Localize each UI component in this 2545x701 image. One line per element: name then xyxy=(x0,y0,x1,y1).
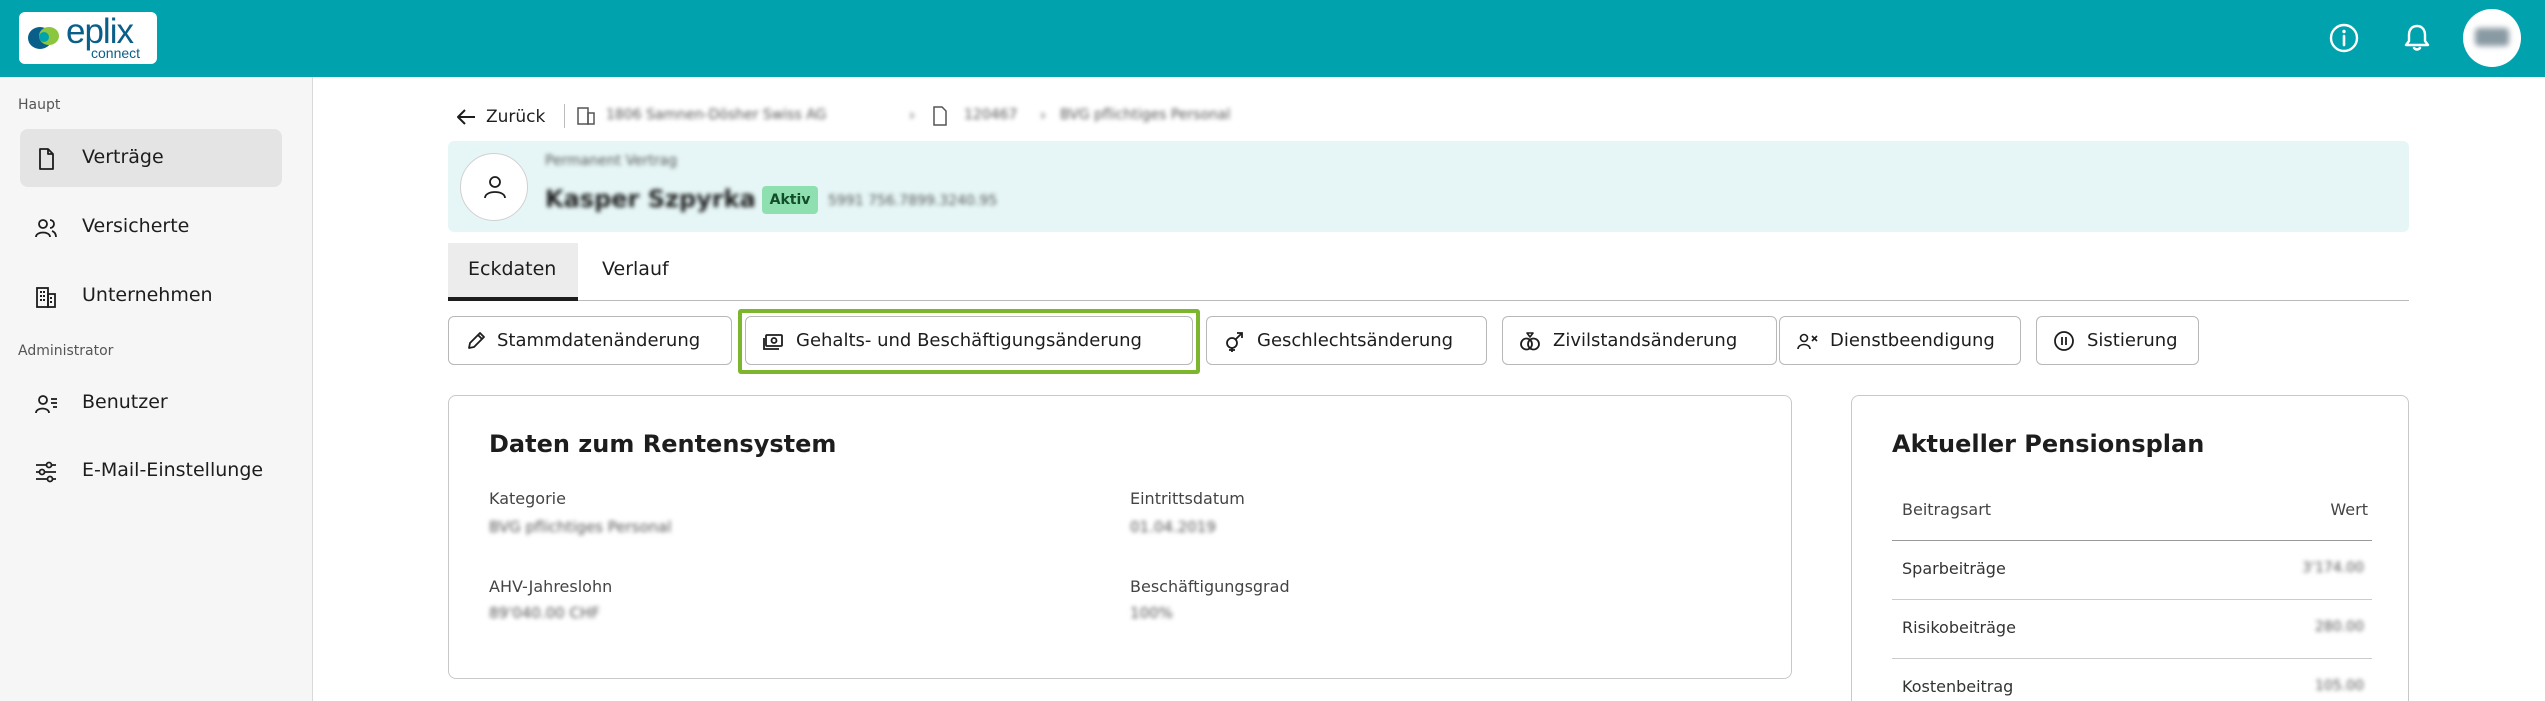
button-label: Dienstbeendigung xyxy=(1830,330,1995,351)
eplix-logo[interactable]: eplix connect xyxy=(19,12,157,64)
row-value-kostenbeitrag: 105.00 xyxy=(2315,678,2364,694)
field-value-beschaeftigungsgrad: 100% xyxy=(1130,604,1173,622)
termination-button[interactable]: Dienstbeendigung xyxy=(1779,316,2021,365)
building-icon xyxy=(36,287,56,308)
row-label-sparbeitraege: Sparbeiträge xyxy=(1902,559,2006,578)
arrow-left-icon xyxy=(457,109,475,125)
logo-mark-icon xyxy=(28,27,59,49)
field-value-ahv-jahreslohn: 89'040.00 CHF xyxy=(489,604,600,622)
breadcrumb-divider xyxy=(564,104,565,128)
breadcrumb-category: BVG pflichtiges Personal xyxy=(1060,107,1231,123)
sidebar-item-unternehmen[interactable]: Unternehmen xyxy=(20,267,282,325)
contract-label: Permanent Vertrag xyxy=(545,153,678,169)
person-name: Kasper Szpyrka xyxy=(545,185,756,213)
field-label-eintrittsdatum: Eintrittsdatum xyxy=(1130,489,1245,508)
gender-icon xyxy=(1226,332,1243,352)
sidebar-item-label: Unternehmen xyxy=(82,284,213,306)
sidebar-section-main: Haupt xyxy=(18,97,61,113)
card-title: Daten zum Rentensystem xyxy=(489,430,837,458)
tab-eckdaten[interactable]: Eckdaten xyxy=(448,243,578,301)
document-icon xyxy=(933,106,947,126)
user-remove-icon xyxy=(1797,333,1818,350)
rings-icon xyxy=(1520,332,1540,351)
tab-bar: Eckdaten Verlauf xyxy=(448,243,2409,301)
user-initials: HI xyxy=(2475,28,2509,46)
stammdaten-button[interactable]: Stammdatenänderung xyxy=(448,316,732,365)
user-avatar[interactable]: HI xyxy=(2463,9,2521,67)
sidebar-item-benutzer[interactable]: Benutzer xyxy=(20,374,282,432)
card-title: Aktueller Pensionsplan xyxy=(1892,430,2205,458)
civil-status-change-button[interactable]: Zivilstandsänderung xyxy=(1502,316,1777,365)
sidebar-item-email-settings[interactable]: E-Mail-Einstellunge xyxy=(20,442,282,500)
pause-icon xyxy=(2054,331,2074,351)
row-divider xyxy=(1892,599,2372,600)
status-badge: Aktiv xyxy=(762,186,818,214)
highlight-box xyxy=(738,309,1200,374)
field-label-kategorie: Kategorie xyxy=(489,489,566,508)
row-divider xyxy=(1892,658,2372,659)
breadcrumb-contract-id[interactable]: 120467 xyxy=(964,107,1017,123)
gender-change-button[interactable]: Geschlechtsänderung xyxy=(1206,316,1487,365)
sidebar-item-versicherte[interactable]: Versicherte xyxy=(20,198,282,256)
ahv-number: 5991 756.7899.3240.95 xyxy=(828,193,998,209)
sidebar-item-label: Versicherte xyxy=(82,215,190,237)
info-icon[interactable] xyxy=(2326,20,2362,56)
sidebar-item-label: Verträge xyxy=(82,146,164,168)
header-divider xyxy=(1892,540,2372,541)
row-label-kostenbeitrag: Kostenbeitrag xyxy=(1902,677,2014,696)
column-header-type: Beitragsart xyxy=(1902,500,1992,519)
breadcrumb-separator: › xyxy=(909,106,915,124)
sidebar-section-admin: Administrator xyxy=(18,343,114,359)
breadcrumb-company[interactable]: 1806 Samnen-Dösher Swiss AG xyxy=(606,107,826,123)
user-icon xyxy=(484,176,506,199)
suspension-button[interactable]: Sistierung xyxy=(2036,316,2199,365)
logo-word: eplix xyxy=(66,12,134,51)
sliders-icon xyxy=(36,461,56,483)
people-icon xyxy=(35,219,57,238)
logo-sub: connect xyxy=(91,45,141,61)
bell-icon[interactable] xyxy=(2399,20,2435,56)
row-value-risikobeitraege: 280.00 xyxy=(2315,619,2364,635)
field-label-beschaeftigungsgrad: Beschäftigungsgrad xyxy=(1130,577,1290,596)
button-label: Sistierung xyxy=(2087,330,2178,351)
button-label: Stammdatenänderung xyxy=(497,330,701,351)
sidebar-item-label: E-Mail-Einstellunge xyxy=(82,459,264,481)
row-label-risikobeitraege: Risikobeiträge xyxy=(1902,618,2016,637)
building-icon xyxy=(577,107,595,125)
button-label: Geschlechtsänderung xyxy=(1257,330,1454,351)
sidebar-item-label: Benutzer xyxy=(82,391,168,413)
document-icon xyxy=(39,148,54,170)
field-label-ahv-jahreslohn: AHV-Jahreslohn xyxy=(489,577,613,596)
person-avatar xyxy=(460,153,528,221)
row-value-sparbeitraege: 3'174.00 xyxy=(2302,560,2364,576)
contract-header: Permanent Vertrag Kasper Szpyrka Aktiv 5… xyxy=(448,141,2409,232)
user-list-icon xyxy=(35,395,57,414)
tab-verlauf[interactable]: Verlauf xyxy=(602,243,702,301)
sidebar: Haupt Verträge Versicherte Unternehmen A… xyxy=(0,77,313,701)
column-header-value: Wert xyxy=(2330,500,2368,519)
button-label: Zivilstandsänderung xyxy=(1553,330,1738,351)
pension-system-card: Daten zum Rentensystem Kategorie BVG pfl… xyxy=(448,395,1792,679)
pencil-icon xyxy=(468,332,485,349)
pension-plan-card: Aktueller Pensionsplan Beitragsart Wert … xyxy=(1851,395,2409,701)
sidebar-item-vertraege[interactable]: Verträge xyxy=(20,129,282,187)
top-bar: eplix connect HI xyxy=(0,0,2545,77)
breadcrumb-separator: › xyxy=(1040,106,1046,124)
field-value-eintrittsdatum: 01.04.2019 xyxy=(1130,518,1216,536)
back-label: Zurück xyxy=(486,107,546,127)
field-value-kategorie: BVG pflichtiges Personal xyxy=(489,518,672,536)
